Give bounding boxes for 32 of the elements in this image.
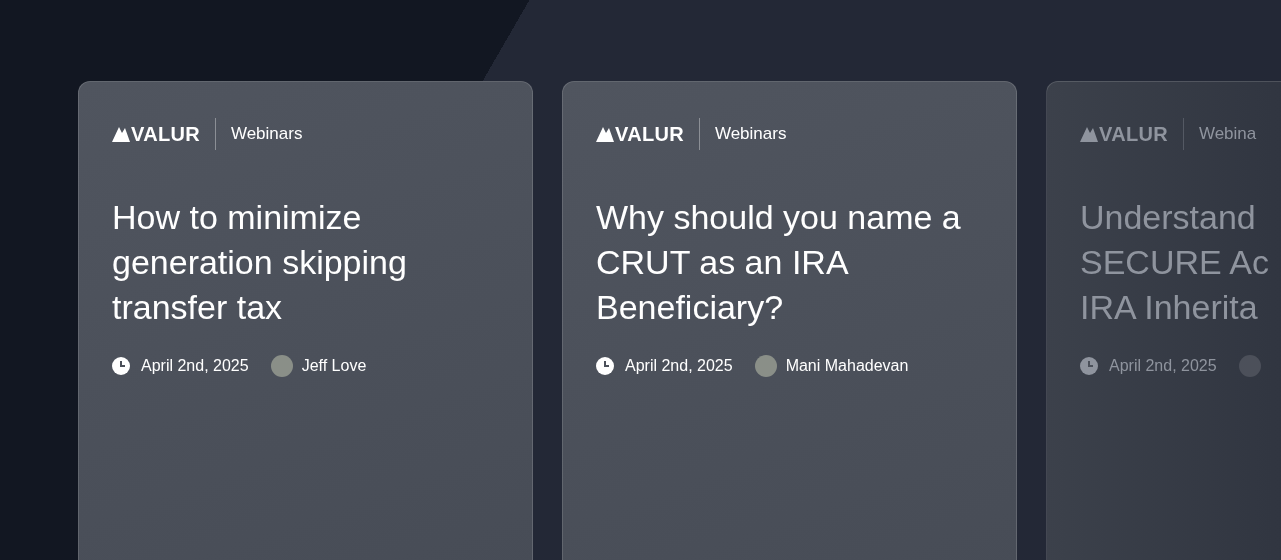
webinar-date: April 2nd, 2025 <box>141 357 249 375</box>
brand-name: VALUR <box>1099 122 1168 146</box>
clock-icon <box>112 357 130 375</box>
avatar <box>270 355 293 377</box>
mountain-logo-icon <box>596 126 614 142</box>
webinar-card[interactable]: VALUR Webina Understand SECURE Ac IRA Inherita April 2nd, 2025 <box>1046 81 1281 560</box>
webinar-card[interactable]: VALUR Webinars Why should you name a CRUT as an IRA Beneficiary? April 2nd, 2025 Mani Mahadevan <box>562 81 1017 560</box>
webinar-date: April 2nd, 2025 <box>1109 357 1217 375</box>
avatar <box>754 355 777 377</box>
webinar-title-line: Understand <box>1080 197 1256 238</box>
author-name: Jeff Love <box>301 357 367 375</box>
webinar-title-line: Beneficiary? <box>596 287 784 328</box>
webinar-title-line: transfer tax <box>112 287 283 328</box>
webinar-title-line: generation skipping <box>112 242 407 283</box>
section-label: Webinars <box>230 124 303 144</box>
webinar-title-line: CRUT as an IRA <box>596 242 849 283</box>
webinar-card[interactable]: VALUR Webinars How to minimize generation skipping transfer tax April 2nd, 2025 Jeff Love <box>78 81 533 560</box>
section-label: Webinars <box>714 124 787 144</box>
avatar <box>1238 355 1261 377</box>
author-name: Mani Mahadevan <box>785 357 909 375</box>
clock-icon <box>596 357 614 375</box>
webinar-title-line: How to minimize <box>112 197 362 238</box>
brand-name: VALUR <box>131 122 200 146</box>
brand-name: VALUR <box>615 122 684 146</box>
clock-icon <box>1080 357 1098 375</box>
section-label: Webina <box>1198 124 1257 144</box>
webinar-title-line: IRA Inherita <box>1080 287 1258 328</box>
webinar-date: April 2nd, 2025 <box>625 357 733 375</box>
webinar-title-line: Why should you name a <box>596 197 961 238</box>
mountain-logo-icon <box>1080 126 1098 142</box>
webinar-title-line: SECURE Ac <box>1080 242 1269 283</box>
mountain-logo-icon <box>112 126 130 142</box>
